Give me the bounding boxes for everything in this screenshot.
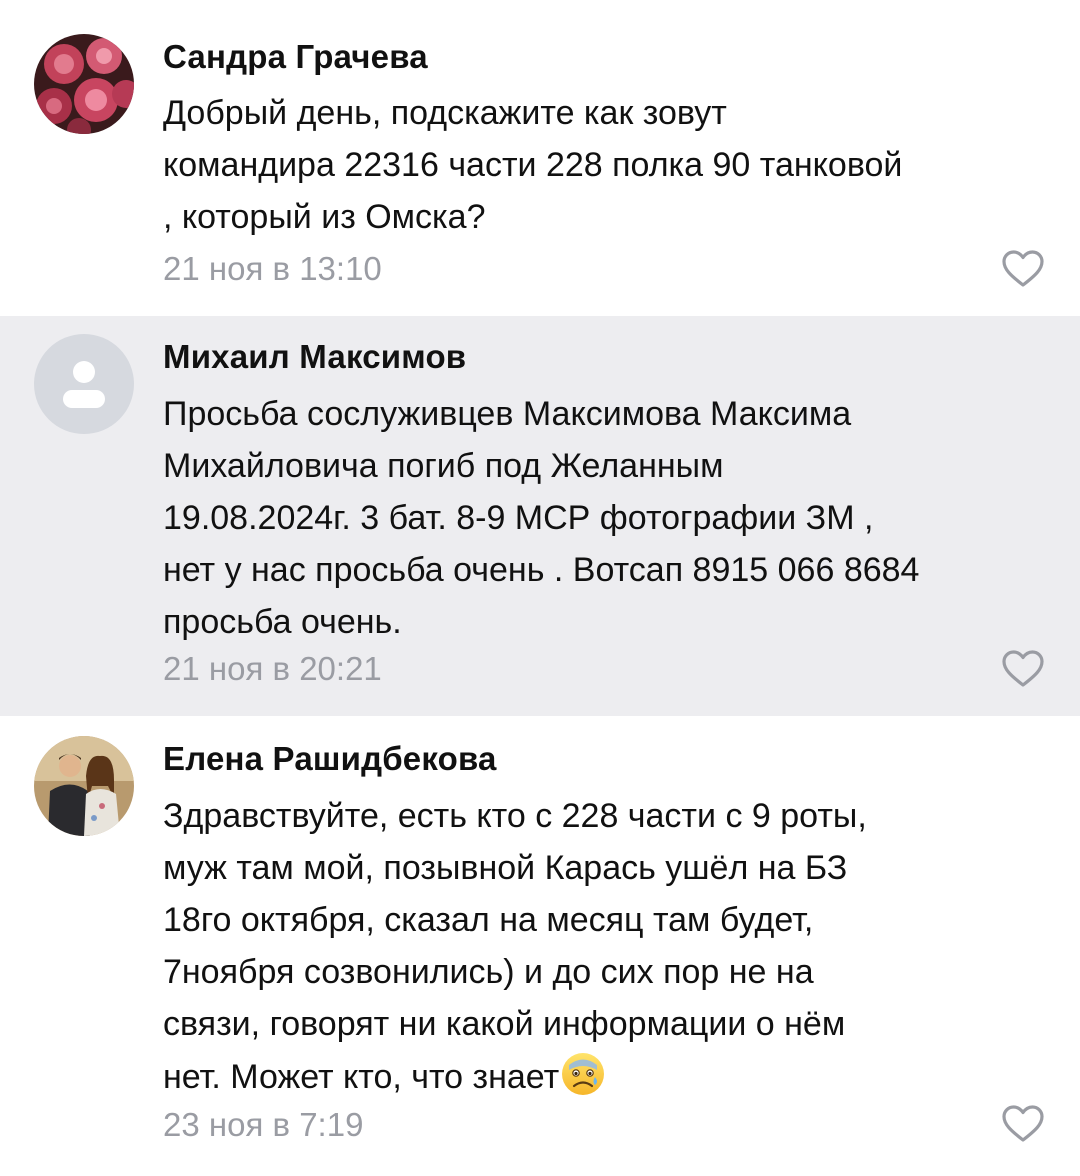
anxious-face-emoji-icon	[562, 1053, 605, 1095]
comment-text: Здравствуйте, есть кто с 228 части с 9 р…	[163, 790, 1063, 1103]
like-button[interactable]	[1002, 250, 1044, 288]
comment-text: Добрый день, подскажите как зовут команд…	[163, 94, 903, 236]
like-button[interactable]	[1002, 1105, 1044, 1143]
avatar[interactable]	[34, 334, 134, 434]
comment-author[interactable]: Сандра Грачева	[163, 38, 428, 76]
comment-item: Елена Рашидбекова Здравствуйте, есть кто…	[0, 716, 1080, 1176]
comment-date[interactable]: 21 ноя в 13:10	[163, 250, 382, 288]
comment-item: Михаил Максимов Просьба сослуживцев Макс…	[0, 316, 1080, 716]
comment-author[interactable]: Михаил Максимов	[163, 338, 466, 376]
comment-item: Сандра Грачева Добрый день, подскажите к…	[0, 0, 1080, 316]
comment-text: Просьба сослуживцев Максимова Максима Ми…	[163, 395, 920, 641]
comment-date[interactable]: 23 ноя в 7:19	[163, 1106, 363, 1144]
comment-date[interactable]: 21 ноя в 20:21	[163, 650, 382, 688]
heart-icon	[1002, 650, 1044, 687]
roses-photo-icon	[34, 34, 134, 134]
default-user-icon	[34, 334, 134, 434]
comment-author[interactable]: Елена Рашидбекова	[163, 740, 497, 778]
couple-photo-icon	[34, 736, 134, 836]
heart-icon	[1002, 250, 1044, 287]
avatar[interactable]	[34, 736, 134, 836]
like-button[interactable]	[1002, 650, 1044, 688]
comment-text-body: Здравствуйте, есть кто с 228 части с 9 р…	[163, 797, 867, 1096]
avatar[interactable]	[34, 34, 134, 134]
heart-icon	[1002, 1105, 1044, 1142]
